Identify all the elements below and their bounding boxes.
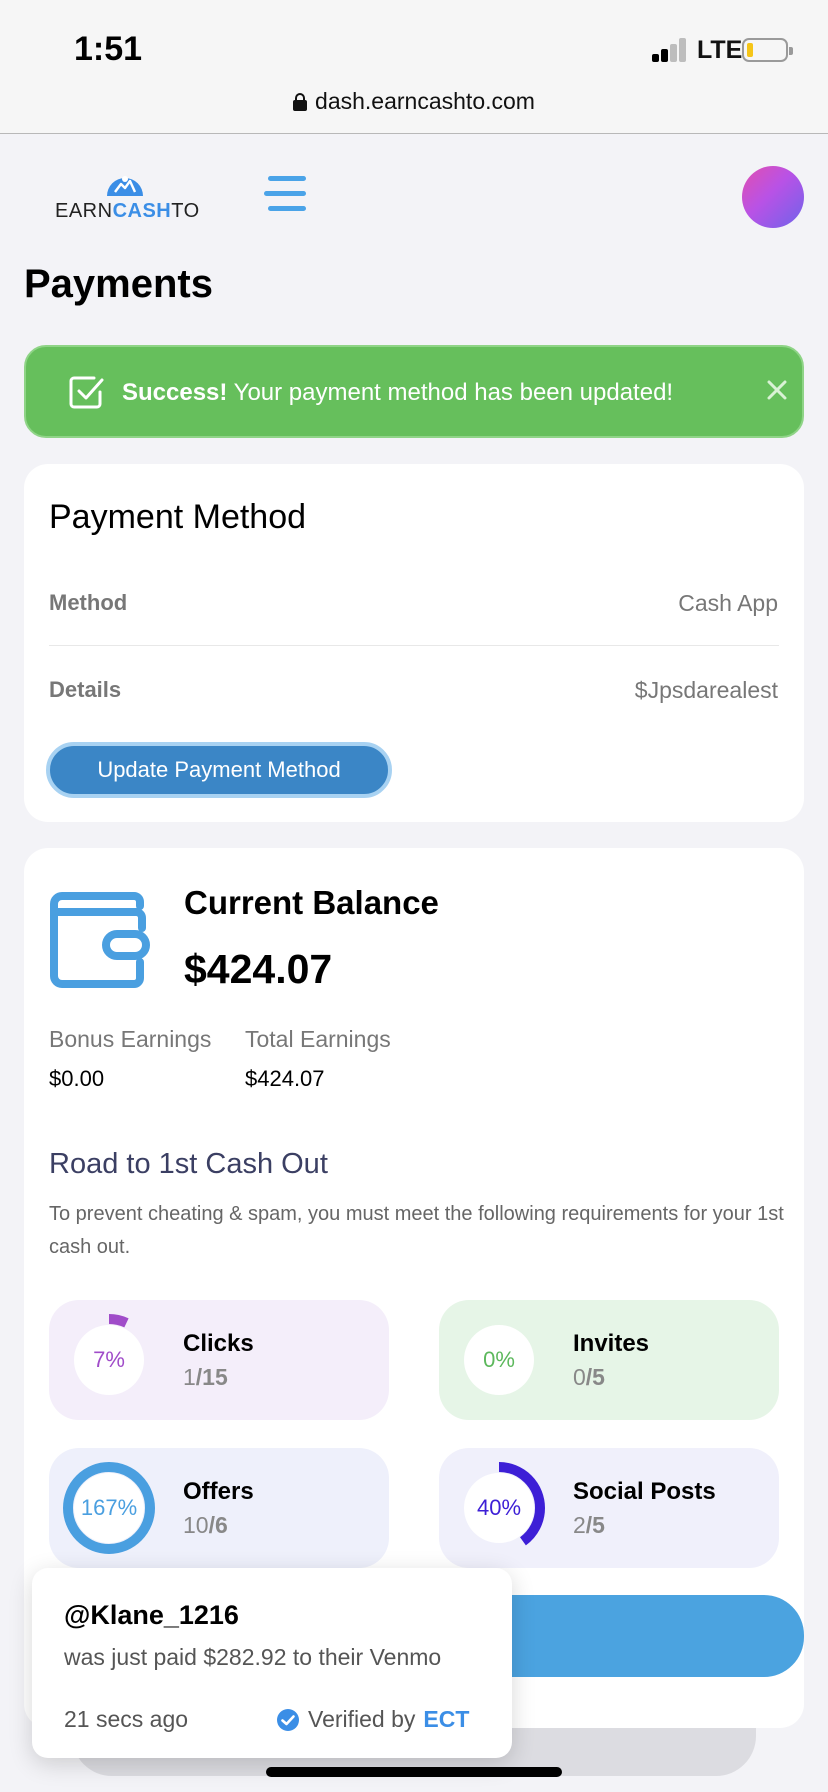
toast-username: @Klane_1216: [64, 1600, 239, 1630]
requirement-count: 0/5: [573, 1364, 605, 1390]
toast-time: 21 secs ago: [64, 1706, 189, 1732]
requirement-invites: 0% Invites 0/5: [439, 1300, 779, 1420]
payment-method-title: Payment Method: [49, 498, 307, 536]
close-icon[interactable]: [762, 375, 792, 405]
url-bar[interactable]: dash.earncashto.com: [0, 86, 828, 134]
requirement-percent: 167%: [80, 1495, 138, 1520]
method-label: Method: [49, 590, 128, 615]
url-text: dash.earncashto.com: [315, 88, 535, 114]
payout-toast[interactable]: @Klane_1216 was just paid $282.92 to the…: [32, 1568, 512, 1758]
balance-amount: $424.07: [184, 946, 333, 992]
status-bar: 1:51 LTE: [0, 0, 828, 86]
balance-title: Current Balance: [184, 884, 439, 921]
road-title: Road to 1st Cash Out: [49, 1148, 328, 1180]
requirement-clicks: 7% Clicks 1/15: [49, 1300, 389, 1420]
update-payment-method-button[interactable]: Update Payment Method: [46, 742, 392, 798]
signal-icon: [652, 38, 688, 62]
details-value: $Jpsdarealest: [634, 677, 778, 703]
bonus-earnings-label: Bonus Earnings: [49, 1026, 212, 1052]
network-label: LTE: [697, 36, 743, 64]
requirement-social-posts: 40% Social Posts 2/5: [439, 1448, 779, 1568]
brand-logo[interactable]: EARNCASHTO: [55, 172, 199, 224]
avatar[interactable]: [742, 166, 804, 228]
wallet-icon: [50, 892, 150, 988]
requirement-name: Invites: [573, 1330, 650, 1357]
alert-message: Your payment method has been updated!: [233, 379, 674, 406]
requirement-name: Clicks: [183, 1330, 254, 1357]
total-earnings-label: Total Earnings: [245, 1026, 391, 1052]
alert-strong: Success!: [122, 379, 228, 406]
lock-icon: [293, 92, 308, 111]
requirement-count: 10/6: [183, 1512, 228, 1538]
battery-icon: [742, 38, 793, 62]
divider: [49, 645, 779, 646]
road-description: To prevent cheating & spam, you must mee…: [49, 1203, 784, 1258]
requirement-count: 2/5: [573, 1512, 605, 1538]
requirement-count: 1/15: [183, 1364, 228, 1390]
toast-verified: Verified by ECT: [276, 1706, 469, 1733]
bonus-earnings-value: $0.00: [49, 1066, 105, 1091]
page-title: Payments: [24, 262, 213, 306]
total-earnings-value: $424.07: [245, 1066, 325, 1091]
details-label: Details: [49, 677, 122, 702]
requirement-percent: 0%: [483, 1347, 515, 1372]
verified-label: Verified by: [308, 1706, 416, 1732]
payment-method-card: Payment Method Method Cash App Details $…: [24, 464, 804, 822]
success-alert: Success! Your payment method has been up…: [24, 345, 804, 438]
verified-check-icon: [277, 1708, 299, 1731]
logo-text: EARNCASHTO: [55, 200, 200, 222]
verified-brand: ECT: [423, 1706, 470, 1732]
toast-message: was just paid $282.92 to their Venmo: [64, 1644, 442, 1670]
logo-mark-icon: [107, 176, 143, 196]
requirement-percent: 40%: [476, 1495, 522, 1520]
requirement-percent: 7%: [93, 1347, 125, 1372]
requirement-name: Offers: [183, 1478, 254, 1505]
checkbox-check-icon: [69, 376, 104, 409]
method-value: Cash App: [678, 590, 778, 616]
menu-icon[interactable]: [264, 176, 306, 212]
home-indicator[interactable]: [266, 1767, 562, 1777]
requirement-offers: 167% Offers 10/6: [49, 1448, 389, 1568]
requirement-name: Social Posts: [573, 1478, 716, 1505]
status-time: 1:51: [74, 30, 143, 68]
